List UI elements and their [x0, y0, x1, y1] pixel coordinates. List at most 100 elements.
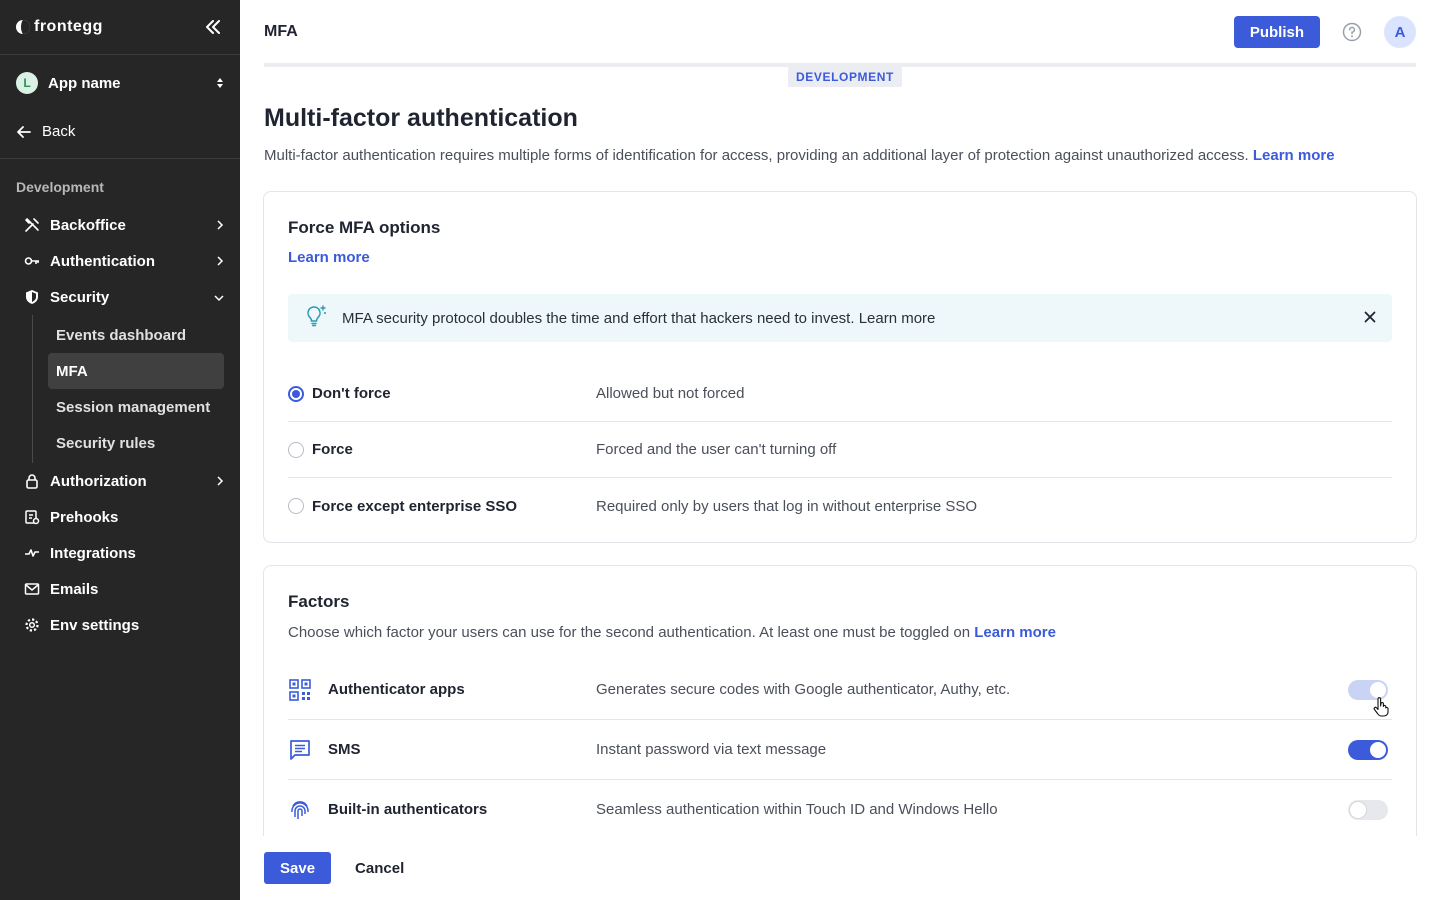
main-content: MFA Publish A DEVELOPMENT Multi-factor a…	[240, 0, 1440, 900]
built-in-authenticators-toggle[interactable]	[1348, 799, 1388, 820]
factors-learn-more-link[interactable]: Learn more	[974, 624, 1056, 641]
chevron-right-icon	[216, 253, 224, 270]
app-name: App name	[48, 74, 121, 92]
factor-description: Instant password via text message	[596, 741, 827, 758]
factor-name: SMS	[328, 741, 361, 758]
option-label: Force except enterprise SSO	[312, 497, 518, 515]
force-mfa-card: Force MFA options Learn more MFA securit…	[263, 191, 1417, 543]
sidebar-item-mfa[interactable]: MFA	[48, 353, 224, 389]
factor-description: Seamless authentication within Touch ID …	[596, 801, 998, 818]
factors-description: Choose which factor your users can use f…	[288, 624, 1056, 641]
form-actions: Save Cancel	[264, 852, 412, 884]
sidebar-item-label: Integrations	[50, 544, 136, 562]
option-label: Don't force	[312, 385, 391, 402]
cancel-button[interactable]: Cancel	[347, 852, 412, 884]
force-mfa-learn-more-link[interactable]: Learn more	[288, 249, 370, 266]
sidebar-item-events-dashboard[interactable]: Events dashboard	[48, 317, 224, 353]
sidebar-item-label: Security	[50, 288, 110, 306]
brand-name: frontegg	[34, 18, 103, 35]
user-avatar[interactable]: A	[1384, 16, 1416, 48]
integrations-icon	[24, 545, 40, 561]
brand-logo[interactable]: frontegg	[16, 18, 103, 36]
publish-button[interactable]: Publish	[1233, 16, 1320, 48]
page-learn-more-link[interactable]: Learn more	[1253, 147, 1335, 164]
force-mfa-title: Force MFA options	[288, 218, 441, 237]
hand-cursor-icon	[1373, 697, 1389, 722]
environment-badge: DEVELOPMENT	[788, 67, 902, 87]
sidebar-item-label: Backoffice	[50, 216, 126, 234]
lock-icon	[24, 473, 40, 489]
app-switcher[interactable]: L App name	[0, 55, 240, 111]
tip-banner-message: MFA security protocol doubles the time a…	[342, 309, 855, 327]
force-option-force[interactable]: Force Forced and the user can't turning …	[288, 422, 1392, 478]
select-arrows-icon	[216, 77, 224, 89]
option-label: Force	[312, 441, 353, 458]
sidebar-item-emails[interactable]: Emails	[0, 571, 240, 607]
security-submenu: Events dashboard MFA Session management …	[32, 315, 240, 463]
sidebar-item-label: Prehooks	[50, 508, 119, 526]
page-description-text: Multi-factor authentication requires mul…	[264, 147, 1249, 164]
radio-dont-force[interactable]	[288, 385, 304, 402]
page-title: Multi-factor authentication	[264, 104, 578, 132]
tip-banner-text: MFA security protocol doubles the time a…	[342, 310, 935, 327]
help-icon[interactable]	[1342, 22, 1362, 42]
breadcrumb: MFA	[264, 23, 298, 40]
frontegg-logo-icon	[16, 20, 30, 34]
qr-code-icon	[288, 678, 312, 702]
key-icon	[24, 253, 40, 269]
sidebar-item-label: Authentication	[50, 252, 155, 270]
factor-name: Built-in authenticators	[328, 801, 488, 818]
sidebar-item-prehooks[interactable]: Prehooks	[0, 499, 240, 535]
sidebar-item-label: Emails	[50, 580, 99, 598]
chevron-right-icon	[216, 473, 224, 490]
sidebar-item-security[interactable]: Security	[0, 279, 240, 315]
back-link[interactable]: Back	[0, 111, 240, 159]
factor-authenticator-apps: Authenticator apps Generates secure code…	[288, 660, 1392, 720]
factor-sms: SMS Instant password via text message	[288, 720, 1392, 780]
top-bar: MFA Publish A	[240, 0, 1440, 64]
prehooks-icon	[24, 509, 40, 525]
sidebar-item-authentication[interactable]: Authentication	[0, 243, 240, 279]
force-option-dont-force[interactable]: Don't force Allowed but not forced	[288, 366, 1392, 422]
mail-icon	[24, 581, 40, 597]
sidebar-item-security-rules[interactable]: Security rules	[48, 425, 224, 461]
radio-force[interactable]	[288, 441, 304, 458]
factor-name: Authenticator apps	[328, 681, 465, 698]
sidebar-section-label: Development	[16, 179, 104, 195]
chevron-down-icon	[214, 289, 224, 306]
factors-card: Factors Choose which factor your users c…	[263, 565, 1417, 836]
lightbulb-icon	[304, 304, 328, 332]
app-avatar: L	[16, 72, 38, 94]
factors-title: Factors	[288, 592, 350, 611]
sidebar-item-label: Authorization	[50, 472, 147, 490]
sidebar-item-authorization[interactable]: Authorization	[0, 463, 240, 499]
option-description: Allowed but not forced	[596, 385, 745, 402]
factor-description: Generates secure codes with Google authe…	[596, 681, 1011, 698]
option-description: Required only by users that log in witho…	[596, 497, 978, 515]
chevron-right-icon	[216, 217, 224, 234]
close-icon[interactable]	[1364, 310, 1376, 327]
radio-force-except-sso[interactable]	[288, 498, 304, 514]
save-button[interactable]: Save	[264, 852, 332, 884]
gear-icon	[24, 617, 40, 633]
sidebar: frontegg L App name Back Development Bac…	[0, 0, 240, 900]
sidebar-item-backoffice[interactable]: Backoffice	[0, 207, 240, 243]
tip-banner: MFA security protocol doubles the time a…	[288, 294, 1392, 342]
sidebar-item-env-settings[interactable]: Env settings	[0, 607, 240, 643]
sidebar-header: frontegg	[0, 0, 240, 55]
factors-description-text: Choose which factor your users can use f…	[288, 624, 971, 641]
back-label: Back	[42, 123, 76, 140]
arrow-left-icon	[16, 124, 32, 140]
tools-icon	[24, 217, 40, 233]
message-icon	[288, 738, 312, 762]
page-description: Multi-factor authentication requires mul…	[264, 147, 1335, 164]
sidebar-item-label: Env settings	[50, 616, 140, 634]
tip-banner-learn-more-link[interactable]: Learn more	[859, 310, 936, 327]
collapse-sidebar-icon[interactable]	[202, 16, 224, 38]
sidebar-item-session-management[interactable]: Session management	[48, 389, 224, 425]
sidebar-item-integrations[interactable]: Integrations	[0, 535, 240, 571]
fingerprint-icon	[288, 798, 312, 822]
force-option-except-sso[interactable]: Force except enterprise SSO Required onl…	[288, 478, 1392, 534]
sms-toggle[interactable]	[1348, 739, 1388, 760]
factor-built-in-authenticators: Built-in authenticators Seamless authent…	[288, 780, 1392, 836]
